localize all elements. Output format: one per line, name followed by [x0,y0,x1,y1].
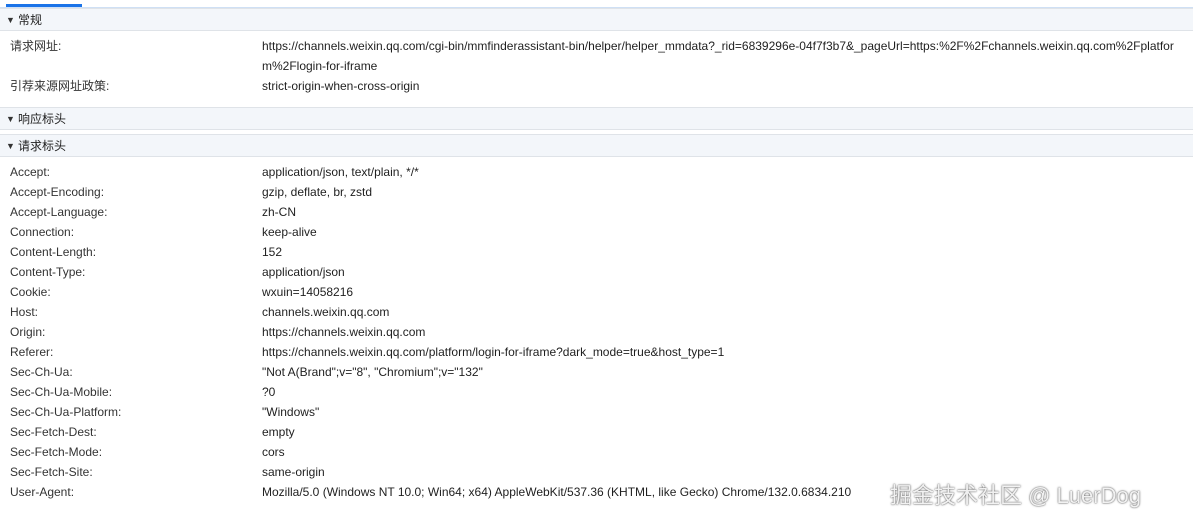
row-key: 请求网址: [10,39,62,53]
row-key: Sec-Fetch-Mode: [10,445,103,459]
row-value: gzip, deflate, br, zstd [262,185,373,199]
row-value: "Not A(Brand";v="8", "Chromium";v="132" [262,365,483,379]
row-key: Accept-Language: [10,205,108,219]
row-value: ?0 [262,385,276,399]
row-key: Sec-Fetch-Dest: [10,425,97,439]
row-value: wxuin=14058216 [262,285,354,299]
row-key: 引荐来源网址政策: [10,79,110,93]
row-value: keep-alive [262,225,317,239]
active-tab-indicator [6,4,82,7]
caret-down-icon: ▼ [6,140,15,151]
row-key: Sec-Ch-Ua-Mobile: [10,385,113,399]
row-value: application/json, text/plain, */* [262,165,419,179]
row-key: Content-Length: [10,245,97,259]
row-value: https://channels.weixin.qq.com [262,325,426,339]
row-key: Cookie: [10,285,51,299]
row-value: https://channels.weixin.qq.com/cgi-bin/m… [262,39,1174,73]
row-value: same-origin [262,465,325,479]
row-key: Sec-Ch-Ua-Platform: [10,405,122,419]
row-key: Host: [10,305,39,319]
section-header-request-headers[interactable]: ▼ 请求标头 [0,134,1193,157]
row-value: strict-origin-when-cross-origin [262,79,420,93]
section-title-request-headers: 请求标头 [18,139,67,153]
panel-top-strip [0,0,1193,8]
row-value: cors [262,445,285,459]
section-title-response-headers: 响应标头 [18,112,67,126]
row-key: Sec-Ch-Ua: [10,365,73,379]
row-key: Sec-Fetch-Site: [10,465,93,479]
row-key: Content-Type: [10,265,86,279]
caret-down-icon: ▼ [6,113,15,124]
row-key: Accept-Encoding: [10,185,105,199]
section-header-general[interactable]: ▼ 常规 [0,8,1193,31]
row-key: Accept: [10,165,51,179]
section-title-general: 常规 [18,13,43,27]
row-value: "Windows" [262,405,320,419]
row-value: zh-CN [262,205,297,219]
row-value: 152 [262,245,283,259]
row-value: https://channels.weixin.qq.com/platform/… [262,345,725,359]
section-header-response-headers[interactable]: ▼ 响应标头 [0,107,1193,130]
row-value: Mozilla/5.0 (Windows NT 10.0; Win64; x64… [262,485,852,499]
caret-down-icon: ▼ [6,14,15,25]
row-key: Referer: [10,345,54,359]
row-value: channels.weixin.qq.com [262,305,390,319]
row-key: Connection: [10,225,75,239]
row-value: application/json [262,265,345,279]
row-key: User-Agent: [10,485,75,499]
row-value: empty [262,425,295,439]
row-key: Origin: [10,325,46,339]
